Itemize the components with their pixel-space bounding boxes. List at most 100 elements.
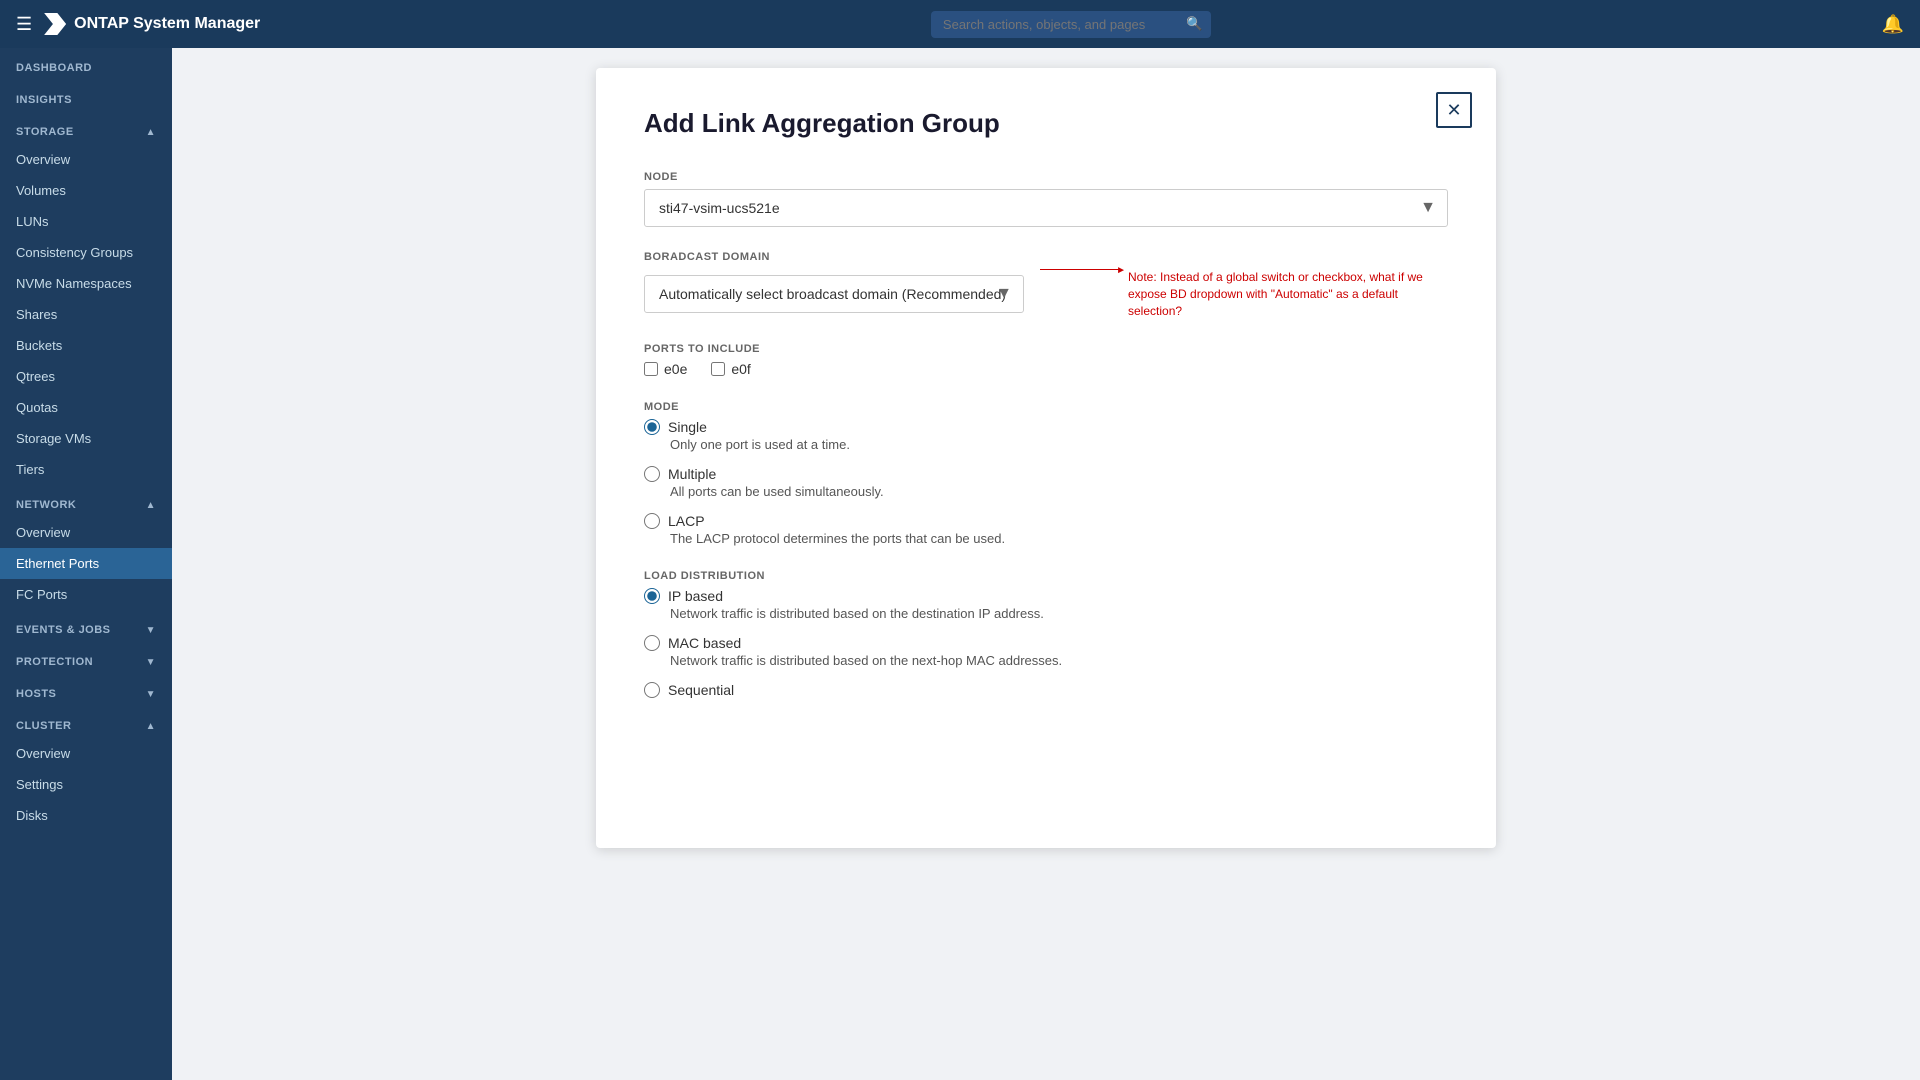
port-e0f-checkbox[interactable]	[711, 362, 725, 376]
sidebar-item-luns[interactable]: LUNs	[0, 206, 172, 237]
navbar: ☰ ONTAP System Manager 🔍 🔔	[0, 0, 1920, 48]
node-label: NODE	[644, 171, 1448, 183]
mode-multiple-radio[interactable]	[644, 466, 660, 482]
load-dist-group: LOAD DISTRIBUTION IP based Network traff…	[644, 570, 1448, 698]
port-e0e-text: e0e	[664, 361, 687, 377]
logo-icon	[44, 13, 66, 35]
mode-single-radio[interactable]	[644, 419, 660, 435]
sidebar-section-hosts[interactable]: HOSTS ▼	[0, 674, 172, 706]
app-logo: ONTAP System Manager	[44, 13, 260, 35]
events-jobs-chevron: ▼	[146, 625, 156, 636]
sidebar: DASHBOARD INSIGHTS STORAGE ▲ Overview Vo…	[0, 48, 172, 1080]
mode-multiple-label[interactable]: Multiple	[644, 466, 1448, 482]
port-e0f-text: e0f	[731, 361, 750, 377]
load-mac-option: MAC based Network traffic is distributed…	[644, 635, 1448, 668]
sidebar-item-volumes[interactable]: Volumes	[0, 175, 172, 206]
sidebar-item-settings[interactable]: Settings	[0, 769, 172, 800]
broadcast-domain-group: BORADCAST DOMAIN Automatically select br…	[644, 251, 1448, 319]
ports-row: e0e e0f	[644, 361, 1448, 377]
mode-lacp-label[interactable]: LACP	[644, 513, 1448, 529]
sidebar-item-tiers[interactable]: Tiers	[0, 454, 172, 485]
load-ip-option: IP based Network traffic is distributed …	[644, 588, 1448, 621]
mode-single-text: Single	[668, 419, 707, 435]
node-select[interactable]: sti47-vsim-ucs521e	[644, 189, 1448, 227]
mode-lacp-text: LACP	[668, 513, 705, 529]
load-mac-desc: Network traffic is distributed based on …	[670, 653, 1448, 668]
mode-label: MODE	[644, 401, 1448, 413]
port-e0e-label[interactable]: e0e	[644, 361, 687, 377]
mode-single-desc: Only one port is used at a time.	[670, 437, 1448, 452]
sidebar-section-cluster[interactable]: CLUSTER ▲	[0, 706, 172, 738]
add-lag-modal: Add Link Aggregation Group ✕ NODE sti47-…	[596, 68, 1496, 848]
port-e0f-label[interactable]: e0f	[711, 361, 750, 377]
sidebar-item-qtrees[interactable]: Qtrees	[0, 361, 172, 392]
mode-single-option: Single Only one port is used at a time.	[644, 419, 1448, 452]
network-chevron: ▲	[146, 500, 156, 511]
storage-chevron: ▲	[146, 127, 156, 138]
mode-lacp-desc: The LACP protocol determines the ports t…	[670, 531, 1448, 546]
sidebar-item-overview-storage[interactable]: Overview	[0, 144, 172, 175]
mode-multiple-desc: All ports can be used simultaneously.	[670, 484, 1448, 499]
sidebar-item-dashboard[interactable]: DASHBOARD	[0, 48, 172, 80]
note-arrow: ►	[1040, 269, 1120, 270]
cluster-chevron: ▲	[146, 721, 156, 732]
load-mac-text: MAC based	[668, 635, 741, 651]
notifications-icon[interactable]: 🔔	[1882, 14, 1904, 35]
mode-lacp-radio[interactable]	[644, 513, 660, 529]
mode-lacp-option: LACP The LACP protocol determines the po…	[644, 513, 1448, 546]
sidebar-item-ethernet-ports[interactable]: Ethernet Ports	[0, 548, 172, 579]
broadcast-domain-note: ► Note: Instead of a global switch or ch…	[1040, 269, 1428, 319]
hamburger-menu[interactable]: ☰	[16, 14, 32, 35]
sidebar-item-quotas[interactable]: Quotas	[0, 392, 172, 423]
search-input[interactable]	[931, 11, 1211, 38]
sidebar-section-network[interactable]: NETWORK ▲	[0, 485, 172, 517]
search-icon-button[interactable]: 🔍	[1186, 16, 1203, 32]
broadcast-domain-label: BORADCAST DOMAIN	[644, 251, 1448, 263]
sidebar-section-network-items: Overview Ethernet Ports FC Ports	[0, 517, 172, 610]
hosts-chevron: ▼	[146, 689, 156, 700]
load-dist-label: LOAD DISTRIBUTION	[644, 570, 1448, 582]
app-title: ONTAP System Manager	[74, 15, 260, 33]
broadcast-domain-select[interactable]: Automatically select broadcast domain (R…	[644, 275, 1024, 313]
node-select-wrap: sti47-vsim-ucs521e ▼	[644, 189, 1448, 227]
load-ip-text: IP based	[668, 588, 723, 604]
load-sequential-radio[interactable]	[644, 682, 660, 698]
load-sequential-label[interactable]: Sequential	[644, 682, 1448, 698]
load-ip-radio[interactable]	[644, 588, 660, 604]
sidebar-section-events-jobs[interactable]: EVENTS & JOBS ▼	[0, 610, 172, 642]
ports-label: PORTS TO INCLUDE	[644, 343, 1448, 355]
load-mac-radio[interactable]	[644, 635, 660, 651]
load-mac-label[interactable]: MAC based	[644, 635, 1448, 651]
main-content: Add Link Aggregation Group ✕ NODE sti47-…	[172, 48, 1920, 1080]
sidebar-item-overview-cluster[interactable]: Overview	[0, 738, 172, 769]
modal-title: Add Link Aggregation Group	[644, 108, 1448, 139]
load-ip-desc: Network traffic is distributed based on …	[670, 606, 1448, 621]
broadcast-domain-row: Automatically select broadcast domain (R…	[644, 269, 1448, 319]
load-ip-label[interactable]: IP based	[644, 588, 1448, 604]
sidebar-item-storage-vms[interactable]: Storage VMs	[0, 423, 172, 454]
mode-multiple-option: Multiple All ports can be used simultane…	[644, 466, 1448, 499]
sidebar-item-insights[interactable]: INSIGHTS	[0, 80, 172, 112]
sidebar-item-fc-ports[interactable]: FC Ports	[0, 579, 172, 610]
sidebar-section-storage-items: Overview Volumes LUNs Consistency Groups…	[0, 144, 172, 485]
sidebar-item-buckets[interactable]: Buckets	[0, 330, 172, 361]
sidebar-item-nvme-namespaces[interactable]: NVMe Namespaces	[0, 268, 172, 299]
main-layout: DASHBOARD INSIGHTS STORAGE ▲ Overview Vo…	[0, 48, 1920, 1080]
modal-close-button[interactable]: ✕	[1436, 92, 1472, 128]
ports-group: PORTS TO INCLUDE e0e e0f	[644, 343, 1448, 377]
search-wrap: 🔍	[931, 11, 1211, 38]
sidebar-item-overview-network[interactable]: Overview	[0, 517, 172, 548]
load-sequential-text: Sequential	[668, 682, 734, 698]
mode-group: MODE Single Only one port is used at a t…	[644, 401, 1448, 546]
sidebar-section-storage[interactable]: STORAGE ▲	[0, 112, 172, 144]
load-sequential-option: Sequential	[644, 682, 1448, 698]
sidebar-section-protection[interactable]: PROTECTION ▼	[0, 642, 172, 674]
bc-select-wrap: Automatically select broadcast domain (R…	[644, 275, 1024, 313]
mode-multiple-text: Multiple	[668, 466, 716, 482]
mode-single-label[interactable]: Single	[644, 419, 1448, 435]
sidebar-item-disks[interactable]: Disks	[0, 800, 172, 831]
sidebar-item-shares[interactable]: Shares	[0, 299, 172, 330]
port-e0e-checkbox[interactable]	[644, 362, 658, 376]
navbar-left: ☰ ONTAP System Manager	[16, 13, 260, 35]
sidebar-item-consistency-groups[interactable]: Consistency Groups	[0, 237, 172, 268]
